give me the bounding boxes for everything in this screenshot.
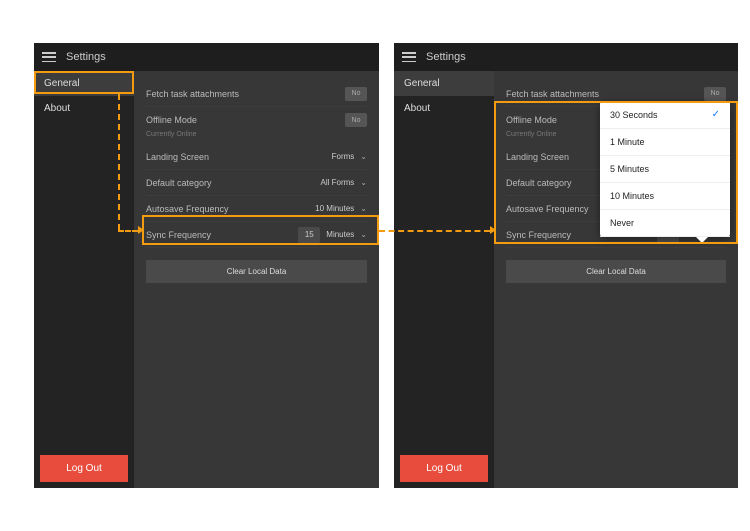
chevron-down-icon: ⌄ bbox=[360, 178, 367, 187]
landing-screen-label: Landing Screen bbox=[146, 152, 209, 162]
app-header: Settings bbox=[34, 43, 379, 71]
offline-mode-label: Offline Mode bbox=[146, 115, 197, 125]
autosave-label: Autosave Frequency bbox=[506, 204, 589, 214]
check-icon: ✓ bbox=[712, 109, 720, 120]
autosave-option[interactable]: 5 Minutes bbox=[600, 156, 730, 183]
sidebar-item-general[interactable]: General bbox=[34, 71, 134, 96]
autosave-dropdown[interactable]: 10 Minutes⌄ bbox=[315, 204, 367, 213]
logout-button[interactable]: Log Out bbox=[40, 455, 128, 482]
autosave-options-popover: 30 Seconds✓ 1 Minute 5 Minutes 10 Minute… bbox=[600, 101, 730, 237]
offline-mode-status: Currently Online bbox=[146, 131, 367, 138]
fetch-attachments-toggle[interactable]: No bbox=[345, 87, 367, 101]
settings-panel: Fetch task attachments No Offline Mode N… bbox=[494, 71, 738, 488]
app-header: Settings bbox=[394, 43, 738, 71]
chevron-down-icon: ⌄ bbox=[360, 230, 367, 239]
autosave-option[interactable]: Never bbox=[600, 210, 730, 237]
sync-unit-dropdown[interactable]: Minutes⌄ bbox=[326, 230, 367, 239]
default-category-label: Default category bbox=[146, 178, 212, 188]
chevron-down-icon: ⌄ bbox=[360, 152, 367, 161]
sidebar-item-about[interactable]: About bbox=[394, 96, 494, 121]
header-title: Settings bbox=[66, 51, 106, 63]
landing-screen-label: Landing Screen bbox=[506, 152, 569, 162]
chevron-down-icon: ⌄ bbox=[360, 204, 367, 213]
settings-sidebar: General About Log Out bbox=[34, 71, 134, 488]
landing-screen-dropdown[interactable]: Forms⌄ bbox=[332, 152, 367, 161]
clear-local-data-button[interactable]: Clear Local Data bbox=[146, 260, 367, 283]
settings-screen-after: Settings General About Log Out Fetch tas… bbox=[394, 43, 738, 488]
sync-number-input[interactable]: 15 bbox=[298, 227, 320, 243]
settings-screen-before: Settings General About Log Out Fetch tas… bbox=[34, 43, 379, 488]
sidebar-item-general[interactable]: General bbox=[394, 71, 494, 96]
popover-tail bbox=[696, 237, 708, 243]
autosave-option[interactable]: 10 Minutes bbox=[600, 183, 730, 210]
fetch-attachments-toggle[interactable]: No bbox=[704, 87, 726, 101]
fetch-attachments-label: Fetch task attachments bbox=[146, 89, 239, 99]
sync-label: Sync Frequency bbox=[506, 230, 571, 240]
default-category-label: Default category bbox=[506, 178, 572, 188]
settings-sidebar: General About Log Out bbox=[394, 71, 494, 488]
default-category-dropdown[interactable]: All Forms⌄ bbox=[321, 178, 367, 187]
autosave-option[interactable]: 30 Seconds✓ bbox=[600, 101, 730, 129]
fetch-attachments-label: Fetch task attachments bbox=[506, 89, 599, 99]
menu-icon[interactable] bbox=[42, 52, 56, 62]
clear-local-data-button[interactable]: Clear Local Data bbox=[506, 260, 726, 283]
autosave-option[interactable]: 1 Minute bbox=[600, 129, 730, 156]
offline-mode-label: Offline Mode bbox=[506, 115, 557, 125]
autosave-label: Autosave Frequency bbox=[146, 204, 229, 214]
settings-panel: Fetch task attachments No Offline Mode N… bbox=[134, 71, 379, 488]
menu-icon[interactable] bbox=[402, 52, 416, 62]
sync-label: Sync Frequency bbox=[146, 230, 211, 240]
sidebar-item-about[interactable]: About bbox=[34, 96, 134, 121]
logout-button[interactable]: Log Out bbox=[400, 455, 488, 482]
header-title: Settings bbox=[426, 51, 466, 63]
offline-mode-toggle[interactable]: No bbox=[345, 113, 367, 127]
